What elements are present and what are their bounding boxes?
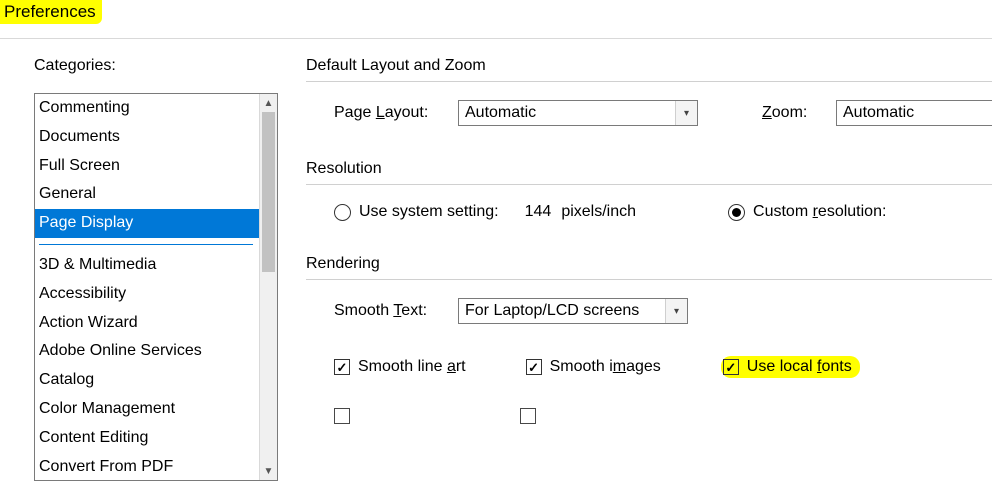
category-item[interactable]: Documents	[35, 123, 259, 152]
partial-checkbox-row[interactable]	[334, 408, 350, 424]
checkbox-checked-icon	[723, 359, 739, 375]
category-item[interactable]: Action Wizard	[35, 309, 259, 338]
group-separator	[306, 184, 992, 185]
zoom-select[interactable]: Automatic	[836, 100, 992, 126]
list-separator	[39, 244, 253, 245]
checkbox-checked-icon	[526, 359, 542, 375]
custom-resolution-radio[interactable]: Custom resolution:	[728, 203, 886, 221]
section-resolution: Resolution Use system setting: 144 pixel…	[306, 160, 992, 221]
group-title-rendering: Rendering	[306, 255, 992, 273]
smooth-text-select[interactable]: For Laptop/LCD screens ▾	[458, 298, 688, 324]
radio-checked-icon	[728, 204, 745, 221]
section-rendering: Rendering Smooth Text: For Laptop/LCD sc…	[306, 255, 992, 424]
category-item[interactable]: Accessibility	[35, 280, 259, 309]
scroll-up-icon[interactable]: ▲	[260, 94, 277, 112]
category-item[interactable]: Adobe Online Services	[35, 337, 259, 366]
category-item[interactable]: Content Editing	[35, 424, 259, 453]
partial-checkbox-row[interactable]	[520, 408, 536, 424]
checkbox-checked-icon	[334, 359, 350, 375]
category-item[interactable]: Catalog	[35, 366, 259, 395]
group-separator	[306, 279, 992, 280]
category-item[interactable]: Commenting	[35, 94, 259, 123]
use-system-setting-radio[interactable]: Use system setting:	[334, 203, 499, 221]
categories-label: Categories:	[34, 57, 278, 75]
checkbox-icon	[520, 408, 536, 424]
page-layout-value: Automatic	[465, 104, 536, 122]
zoom-label: Zoom:	[762, 104, 822, 122]
section-layout-zoom: Default Layout and Zoom Page Layout: Aut…	[306, 57, 992, 126]
category-item[interactable]: Convert From PDF	[35, 453, 259, 481]
category-item[interactable]: General	[35, 180, 259, 209]
scrollbar[interactable]: ▲ ▼	[259, 94, 277, 480]
group-separator	[306, 81, 992, 82]
category-item[interactable]: 3D & Multimedia	[35, 251, 259, 280]
dialog-title: Preferences	[0, 0, 102, 24]
chevron-down-icon: ▾	[675, 101, 697, 125]
categories-listbox[interactable]: CommentingDocumentsFull ScreenGeneralPag…	[34, 93, 278, 481]
use-local-fonts-checkbox[interactable]: Use local fonts	[723, 358, 852, 376]
smooth-text-label: Smooth Text:	[334, 302, 444, 320]
radio-unchecked-icon	[334, 204, 351, 221]
smooth-text-value: For Laptop/LCD screens	[465, 302, 639, 320]
smooth-images-checkbox[interactable]: Smooth images	[526, 358, 661, 376]
scroll-thumb[interactable]	[262, 112, 275, 272]
smooth-line-art-checkbox[interactable]: Smooth line art	[334, 358, 466, 376]
use-local-fonts-highlight: Use local fonts	[721, 356, 860, 378]
checkbox-icon	[334, 408, 350, 424]
category-item[interactable]: Page Display	[35, 209, 259, 238]
group-title-resolution: Resolution	[306, 160, 992, 178]
chevron-down-icon: ▾	[665, 299, 687, 323]
scroll-down-icon[interactable]: ▼	[260, 462, 277, 480]
zoom-value: Automatic	[843, 104, 914, 122]
category-item[interactable]: Color Management	[35, 395, 259, 424]
page-layout-label: Page Layout:	[334, 104, 444, 122]
group-title-layout: Default Layout and Zoom	[306, 57, 992, 75]
page-layout-select[interactable]: Automatic ▾	[458, 100, 698, 126]
category-item[interactable]: Full Screen	[35, 152, 259, 181]
resolution-value: 144 pixels/inch	[525, 203, 636, 221]
